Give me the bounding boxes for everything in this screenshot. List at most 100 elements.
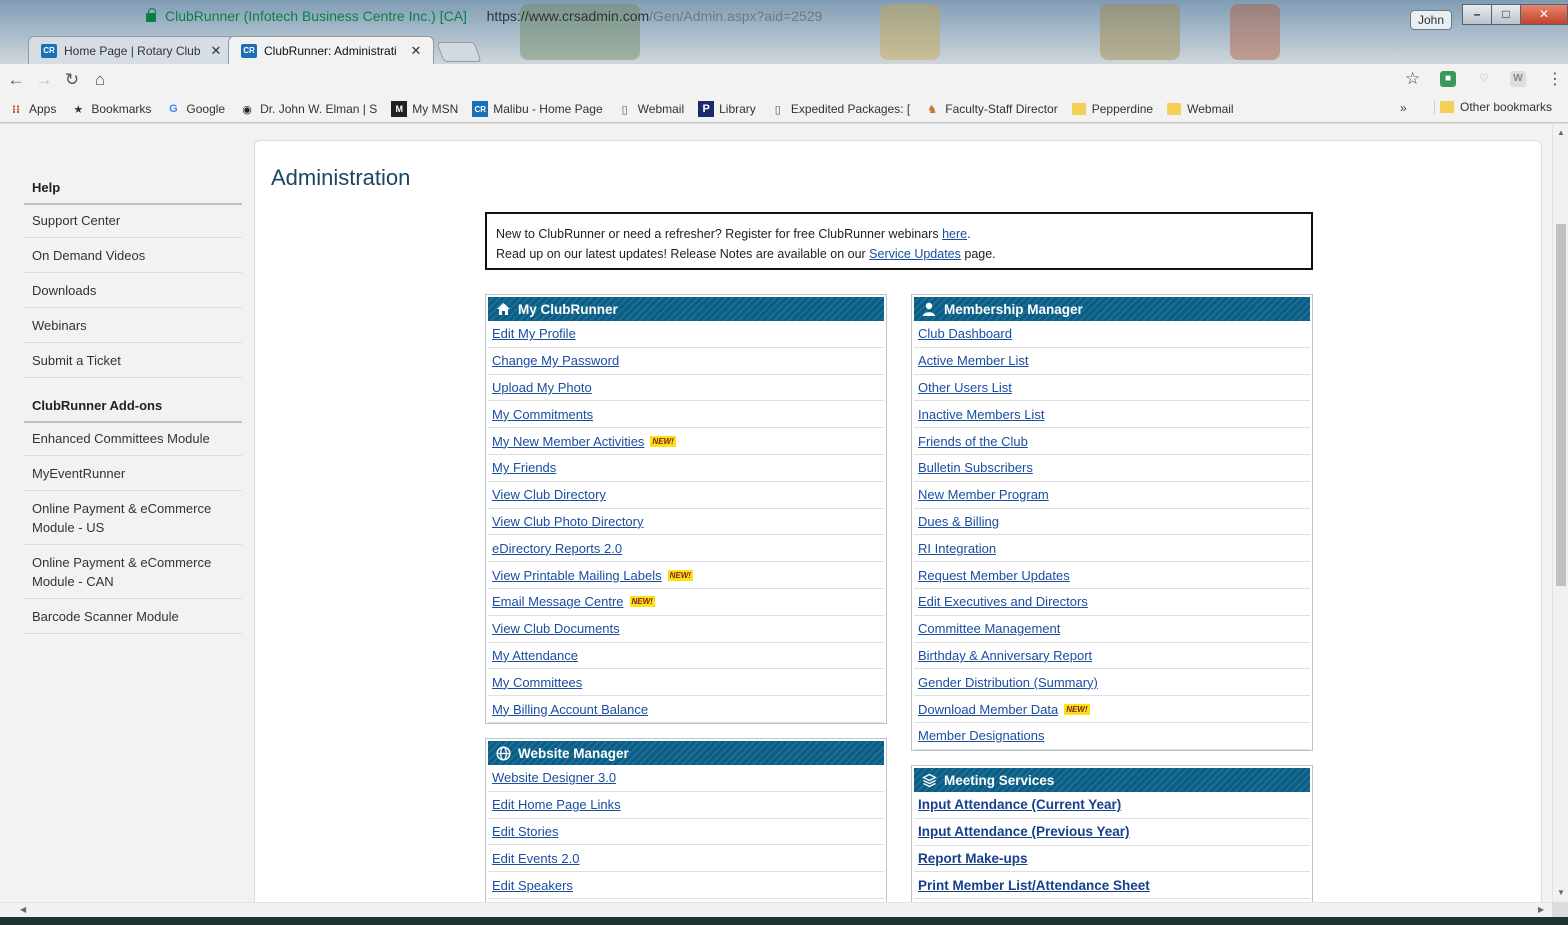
menu-link[interactable]: Edit Executives and Directors	[918, 594, 1088, 609]
sidebar-item-payment-us[interactable]: Online Payment & eCommerce Module - US	[24, 491, 242, 545]
horizontal-scrollbar[interactable]: ◀ ▶	[0, 902, 1552, 917]
sidebar-item-barcode-scanner[interactable]: Barcode Scanner Module	[24, 599, 242, 634]
menu-link[interactable]: Member Designations	[918, 728, 1044, 743]
minimize-icon[interactable]: –	[1462, 4, 1492, 25]
bookmark-label: Library	[719, 102, 756, 116]
webinars-here-link[interactable]: here	[942, 227, 967, 241]
back-arrow-icon[interactable]: ←	[4, 70, 28, 90]
close-tab-icon[interactable]: ✕	[409, 43, 423, 59]
scroll-down-icon[interactable]: ▼	[1557, 888, 1565, 897]
menu-link[interactable]: View Club Photo Directory	[492, 514, 644, 529]
menu-link[interactable]: Club Dashboard	[918, 326, 1012, 341]
menu-link[interactable]: Edit My Profile	[492, 326, 576, 341]
sidebar-item-on-demand-videos[interactable]: On Demand Videos	[24, 238, 242, 273]
sidebar-item-myeventrunner[interactable]: MyEventRunner	[24, 456, 242, 491]
link-row: View Club Photo Directory	[488, 509, 884, 536]
menu-link[interactable]: Edit Events 2.0	[492, 851, 579, 866]
menu-link[interactable]: Change My Password	[492, 353, 619, 368]
bookmark-faculty-staff[interactable]: ♞ Faculty-Staff Director	[924, 101, 1057, 117]
bookmark-malibu[interactable]: CR Malibu - Home Page	[472, 101, 603, 117]
menu-link[interactable]: Input Attendance (Current Year)	[918, 797, 1121, 812]
menu-link[interactable]: Edit Stories	[492, 824, 558, 839]
menu-link[interactable]: Gender Distribution (Summary)	[918, 675, 1098, 690]
bookmark-folder-webmail[interactable]: Webmail	[1167, 102, 1234, 116]
menu-link[interactable]: Committee Management	[918, 621, 1060, 636]
menu-link[interactable]: My Committees	[492, 675, 582, 690]
menu-link[interactable]: Edit Home Page Links	[492, 797, 621, 812]
menu-link[interactable]: Email Message Centre	[492, 594, 624, 609]
word-extension-icon[interactable]: W	[1510, 71, 1526, 87]
folder-icon	[1440, 101, 1454, 113]
menu-link[interactable]: Bulletin Subscribers	[918, 460, 1033, 475]
tab-administration[interactable]: CR ClubRunner: Administrati ✕	[228, 36, 434, 64]
menu-link[interactable]: Friends of the Club	[918, 434, 1028, 449]
extension-icon[interactable]: ■	[1440, 71, 1456, 87]
scroll-up-icon[interactable]: ▲	[1557, 128, 1565, 137]
sidebar-item-webinars[interactable]: Webinars	[24, 308, 242, 343]
menu-link[interactable]: View Club Directory	[492, 487, 606, 502]
my-clubrunner-header: My ClubRunner	[488, 297, 884, 321]
browser-toolbar: ← → ↻ ⌂	[0, 64, 1568, 96]
other-bookmarks-folder[interactable]: Other bookmarks	[1434, 100, 1552, 114]
bookmark-bookmarks[interactable]: ★ Bookmarks	[70, 101, 151, 117]
menu-link[interactable]: My Attendance	[492, 648, 578, 663]
menu-link[interactable]: Upload My Photo	[492, 380, 592, 395]
menu-link[interactable]: Active Member List	[918, 353, 1029, 368]
sidebar-item-downloads[interactable]: Downloads	[24, 273, 242, 308]
menu-link[interactable]: Edit Speakers	[492, 878, 573, 893]
pocket-icon[interactable]: ♡	[1476, 71, 1492, 87]
menu-link[interactable]: Request Member Updates	[918, 568, 1070, 583]
sidebar-item-support-center[interactable]: Support Center	[24, 205, 242, 238]
menu-link[interactable]: My New Member Activities	[492, 434, 644, 449]
scrollbar-thumb[interactable]	[1556, 224, 1566, 586]
menu-link[interactable]: Other Users List	[918, 380, 1012, 395]
scroll-right-icon[interactable]: ▶	[1538, 905, 1544, 914]
bookmark-library[interactable]: P Library	[698, 101, 756, 117]
menu-link[interactable]: View Club Documents	[492, 621, 620, 636]
tab-home-page[interactable]: CR Home Page | Rotary Club ✕	[28, 36, 234, 64]
bookmark-google[interactable]: G Google	[165, 101, 225, 117]
menu-link[interactable]: New Member Program	[918, 487, 1049, 502]
menu-link[interactable]: My Friends	[492, 460, 556, 475]
forward-arrow-icon[interactable]: →	[32, 70, 56, 90]
link-row: Edit Stories	[488, 819, 884, 846]
menu-link[interactable]: eDirectory Reports 2.0	[492, 541, 622, 556]
maximize-icon[interactable]: □	[1491, 4, 1521, 25]
menu-link[interactable]: Inactive Members List	[918, 407, 1044, 422]
bookmark-webmail[interactable]: ▯ Webmail	[617, 101, 685, 117]
bookmark-my-msn[interactable]: M My MSN	[391, 101, 458, 117]
sidebar-item-enhanced-committees[interactable]: Enhanced Committees Module	[24, 423, 242, 456]
menu-link[interactable]: RI Integration	[918, 541, 996, 556]
address-bar[interactable]: ClubRunner (Infotech Business Centre Inc…	[146, 4, 1376, 28]
new-tab-button[interactable]	[436, 42, 482, 62]
bookmark-star-icon[interactable]: ☆	[1405, 69, 1420, 89]
menu-link[interactable]: Input Attendance (Previous Year)	[918, 824, 1130, 839]
close-window-icon[interactable]: ✕	[1520, 4, 1568, 25]
bookmark-dr-elman[interactable]: ◉ Dr. John W. Elman | S	[239, 101, 377, 117]
bookmark-expedited-packages[interactable]: ▯ Expedited Packages: [	[770, 101, 910, 117]
menu-link[interactable]: Website Designer 3.0	[492, 770, 616, 785]
scroll-left-icon[interactable]: ◀	[20, 905, 26, 914]
menu-link[interactable]: My Commitments	[492, 407, 593, 422]
link-row: New Member Program	[914, 482, 1310, 509]
reload-icon[interactable]: ↻	[60, 70, 84, 90]
menu-link[interactable]: Report Make-ups	[918, 851, 1028, 866]
profile-button[interactable]: John	[1410, 10, 1452, 30]
service-updates-link[interactable]: Service Updates	[869, 247, 961, 261]
menu-link[interactable]: Dues & Billing	[918, 514, 999, 529]
link-row: My Billing Account Balance	[488, 696, 884, 723]
bookmark-folder-pepperdine[interactable]: Pepperdine	[1071, 102, 1153, 116]
menu-link[interactable]: Birthday & Anniversary Report	[918, 648, 1092, 663]
menu-link[interactable]: Print Member List/Attendance Sheet	[918, 878, 1150, 893]
more-bookmarks-button[interactable]: »	[1400, 101, 1407, 115]
menu-link[interactable]: Download Member Data	[918, 702, 1058, 717]
browser-menu-icon[interactable]: ⋮	[1547, 69, 1563, 89]
home-icon[interactable]: ⌂	[88, 70, 112, 90]
sidebar-item-submit-ticket[interactable]: Submit a Ticket	[24, 343, 242, 378]
bookmark-apps[interactable]: ⁝⁝ Apps	[8, 101, 57, 117]
sidebar-item-payment-can[interactable]: Online Payment & eCommerce Module - CAN	[24, 545, 242, 599]
menu-link[interactable]: My Billing Account Balance	[492, 702, 648, 717]
close-tab-icon[interactable]: ✕	[209, 43, 223, 59]
menu-link[interactable]: View Printable Mailing Labels	[492, 568, 662, 583]
vertical-scrollbar[interactable]: ▲ ▼	[1552, 124, 1568, 902]
